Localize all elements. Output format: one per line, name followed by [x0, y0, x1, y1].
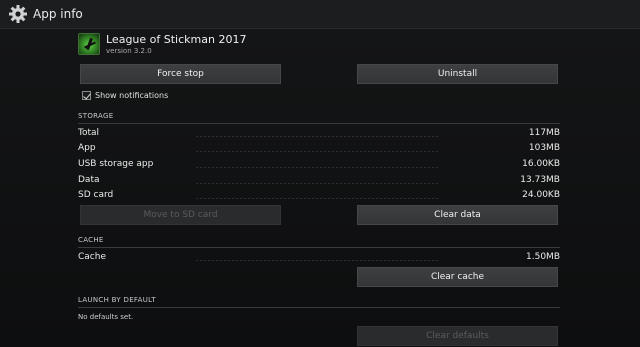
cache-label: Cache	[78, 252, 106, 262]
clear-defaults-button[interactable]: Clear defaults	[357, 326, 558, 346]
storage-section-header: STORAGE	[78, 112, 560, 124]
launch-by-default-header: LAUNCH BY DEFAULT	[78, 296, 560, 308]
clear-cache-button[interactable]: Clear cache	[357, 267, 558, 287]
storage-label: SD card	[78, 190, 114, 200]
storage-row-data: Data 13.73MB	[78, 175, 560, 189]
stickman-app-icon	[78, 33, 100, 55]
app-info-content: League of Stickman 2017 version 3.2.0 Fo…	[0, 29, 640, 347]
app-name: League of Stickman 2017	[106, 33, 247, 46]
force-stop-button[interactable]: Force stop	[80, 64, 281, 84]
no-defaults-text: No defaults set.	[78, 313, 134, 321]
storage-label: App	[78, 143, 96, 153]
storage-value: 117MB	[528, 128, 560, 138]
storage-row-usb: USB storage app 16.00KB	[78, 159, 560, 173]
storage-row-app: App 103MB	[78, 143, 560, 157]
cache-row: Cache 1.50MB	[78, 252, 560, 266]
cache-value: 1.50MB	[526, 252, 560, 262]
checkbox-checked-icon[interactable]	[82, 91, 91, 100]
settings-gear-icon[interactable]	[7, 3, 29, 25]
cache-section-header: CACHE	[78, 236, 560, 248]
storage-label: Total	[78, 128, 100, 138]
show-notifications-checkbox[interactable]: Show notifications	[82, 91, 168, 100]
show-notifications-label: Show notifications	[95, 91, 169, 100]
storage-row-total: Total 117MB	[78, 128, 560, 142]
storage-row-sdcard: SD card 24.00KB	[78, 190, 560, 204]
storage-value: 103MB	[528, 143, 560, 153]
storage-value: 24.00KB	[522, 190, 560, 200]
uninstall-button[interactable]: Uninstall	[357, 64, 558, 84]
storage-value: 13.73MB	[520, 175, 560, 185]
app-header: League of Stickman 2017 version 3.2.0	[78, 33, 246, 59]
storage-label: USB storage app	[78, 159, 154, 169]
page-title: App info	[33, 7, 83, 21]
clear-data-button[interactable]: Clear data	[357, 205, 558, 225]
app-version: version 3.2.0	[106, 47, 152, 55]
move-to-sd-card-button[interactable]: Move to SD card	[80, 205, 281, 225]
storage-value: 16.00KB	[522, 159, 560, 169]
action-bar: App info	[0, 0, 640, 29]
storage-label: Data	[78, 175, 100, 185]
